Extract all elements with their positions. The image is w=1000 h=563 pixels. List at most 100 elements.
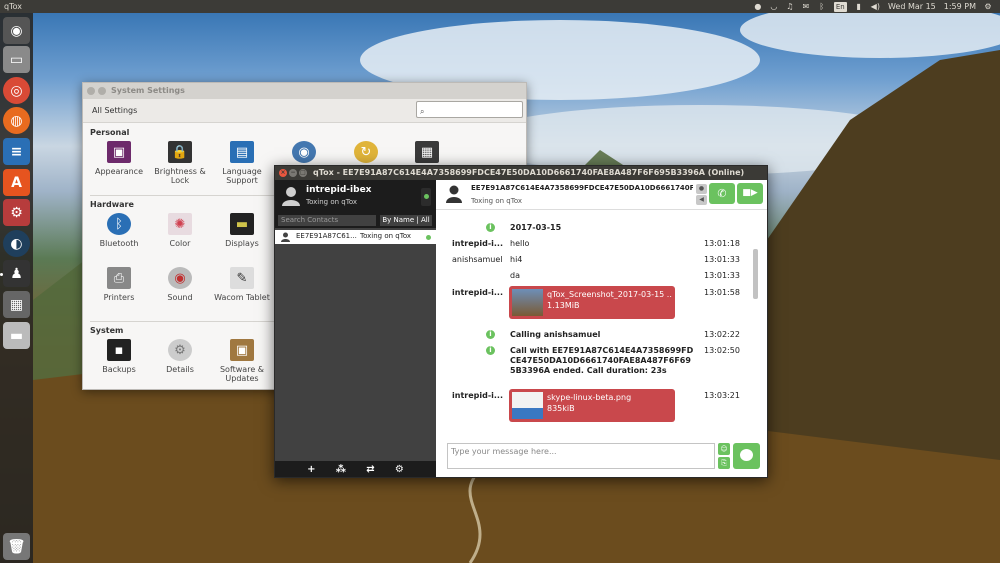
message-list[interactable]: i 2017-03-15 intrepid-i... hello 13:01:1…: [436, 211, 767, 439]
language-support-tile[interactable]: ▤ Language Support: [211, 141, 273, 185]
steam-icon[interactable]: ◐: [3, 230, 30, 257]
close-icon[interactable]: [87, 87, 95, 95]
tox-tray-icon[interactable]: ●: [754, 2, 762, 12]
color-tile[interactable]: ✺ Color: [149, 213, 211, 248]
section-system: System: [90, 326, 124, 335]
sound-tile[interactable]: ◉ Sound: [149, 267, 211, 302]
writer-icon[interactable]: ≡: [3, 138, 30, 165]
privacy-icon: ◉: [292, 141, 316, 163]
contact-list-item[interactable]: EE7E91A87C61... Toxing on qTox: [275, 230, 436, 244]
settings-search-input[interactable]: ⌕: [416, 101, 523, 118]
drive-icon[interactable]: ▬: [3, 322, 30, 349]
workspace-grid-icon: ▦: [415, 141, 439, 163]
emoji-button[interactable]: ☺: [718, 443, 730, 455]
displays-tile[interactable]: ▬ Displays: [211, 213, 273, 248]
gear-icon: ⚙: [168, 339, 192, 361]
profile-name[interactable]: intrepid-ibex: [306, 185, 371, 195]
transfer-icon[interactable]: ⇄: [366, 464, 374, 475]
settings-toolbar: All Settings ⌕: [83, 99, 526, 123]
contact-sort-dropdown[interactable]: By Name | All: [380, 215, 432, 226]
privacy-tile[interactable]: ◉: [273, 141, 335, 167]
contact-search-input[interactable]: Search Contacts: [278, 215, 376, 226]
appearance-tile[interactable]: ▣ Appearance: [88, 141, 150, 176]
attach-file-button[interactable]: ⎘: [718, 457, 730, 469]
keyboard-language-indicator[interactable]: En: [833, 1, 847, 12]
system-message-text: Calling anishsamuel: [510, 330, 601, 339]
gear-icon[interactable]: ⚙: [395, 464, 404, 475]
status-selector-button[interactable]: [421, 188, 431, 206]
wacom-tablet-tile[interactable]: ✎ Wacom Tablet: [211, 267, 273, 302]
backup-sync-tile[interactable]: ↻: [335, 141, 397, 167]
details-tile[interactable]: ⚙ Details: [149, 339, 211, 374]
gear-icon[interactable]: ⚙: [984, 2, 992, 12]
settings-icon[interactable]: ⚙: [3, 199, 30, 226]
bluetooth-icon[interactable]: ᛒ: [818, 2, 826, 12]
group-icon[interactable]: ⁂: [336, 464, 346, 475]
color-wheel-icon: ✺: [168, 213, 192, 235]
software-center-icon[interactable]: A: [3, 169, 30, 196]
chrome-icon[interactable]: ◎: [3, 77, 30, 104]
chat-header: EE7E91A87C614E4A7358699FDCE47E50DA10D666…: [436, 180, 767, 210]
system-message-text: Call with EE7E91A87C614E4A7358699FDCE47E…: [510, 346, 694, 375]
message-time: 13:01:33: [704, 255, 740, 264]
message-author: anishsamuel: [452, 255, 503, 264]
software-updates-tile[interactable]: ▣ Software & Updates: [211, 339, 273, 383]
battery-icon[interactable]: ▮: [855, 2, 863, 12]
mail-icon[interactable]: ✉: [802, 2, 810, 12]
wifi-icon[interactable]: ◡: [770, 2, 778, 12]
qtox-title: qTox - EE7E91A87C614E4A7358699FDCE47E50D…: [313, 168, 745, 177]
info-icon: i: [486, 330, 495, 339]
bluetooth-tile[interactable]: ᛒ Bluetooth: [88, 213, 150, 248]
launcher: ◉ ▭ ◎ ◍ ≡ A ⚙ ◐ ♟ ▦ ▬ 🗑: [0, 13, 33, 563]
contact-status: Toxing on qTox: [360, 232, 412, 240]
firefox-icon[interactable]: ◍: [3, 107, 30, 134]
brightness-lock-tile[interactable]: 🔒 Brightness & Lock: [149, 141, 211, 185]
send-button[interactable]: [733, 443, 760, 469]
speaker-icon[interactable]: ◀: [696, 195, 707, 205]
avatar[interactable]: [282, 186, 300, 206]
minimize-icon[interactable]: [98, 87, 106, 95]
qtox-titlebar[interactable]: × − □ qTox - EE7E91A87C614E4A7358699FDCE…: [275, 166, 767, 180]
appearance-icon: ▣: [107, 141, 131, 163]
ubuntu-dash-icon[interactable]: ◉: [3, 17, 30, 44]
online-status-icon: [424, 194, 429, 199]
chat-scrollbar[interactable]: [753, 249, 758, 299]
sound-icon: ◉: [168, 267, 192, 289]
profile-header: intrepid-ibex Toxing on qTox: [275, 180, 436, 214]
language-icon: ▤: [230, 141, 254, 163]
message-input[interactable]: Type your message here...: [447, 443, 715, 469]
top-panel: qTox ● ◡ ♫ ✉ ᛒ En ▮ ◀) Wed Mar 15 1:59 P…: [0, 0, 1000, 13]
all-settings-button[interactable]: All Settings: [92, 106, 137, 115]
tablet-pen-icon: ✎: [230, 267, 254, 289]
add-icon[interactable]: +: [307, 464, 315, 475]
active-app-name: qTox: [4, 2, 22, 11]
backups-tile[interactable]: ▪ Backups: [88, 339, 150, 374]
profile-status[interactable]: Toxing on qTox: [306, 198, 357, 206]
section-hardware: Hardware: [90, 200, 134, 209]
printer-icon: ⎙: [107, 267, 131, 289]
message-text: da: [510, 271, 520, 280]
file-transfer-card[interactable]: skype-linux-beta.png 835kiB: [509, 389, 675, 422]
workspaces-tile[interactable]: ▦: [396, 141, 458, 167]
clock-time[interactable]: 1:59 PM: [944, 2, 976, 12]
volume-icon[interactable]: ◀): [871, 2, 880, 12]
search-icon: ⌕: [420, 107, 425, 116]
video-call-button[interactable]: ■▶: [737, 183, 763, 204]
workspaces-icon[interactable]: ▦: [3, 291, 30, 318]
close-icon[interactable]: ×: [279, 169, 287, 177]
qtox-icon[interactable]: ♟: [3, 260, 30, 287]
maximize-icon[interactable]: □: [299, 169, 307, 177]
clock-date[interactable]: Wed Mar 15: [888, 2, 936, 12]
sound-icon[interactable]: ♫: [786, 2, 794, 12]
trash-icon[interactable]: 🗑: [3, 533, 30, 560]
speech-bubble-icon: [740, 449, 753, 461]
printers-tile[interactable]: ⎙ Printers: [88, 267, 150, 302]
minimize-icon[interactable]: −: [289, 169, 297, 177]
settings-title: System Settings: [111, 86, 185, 95]
call-button[interactable]: ✆: [709, 183, 735, 204]
files-icon[interactable]: ▭: [3, 46, 30, 73]
settings-titlebar[interactable]: System Settings: [83, 83, 526, 99]
microphone-icon[interactable]: ●: [696, 184, 707, 194]
file-transfer-card[interactable]: qTox_Screenshot_2017-03-15 ... 1.13MiB: [509, 286, 675, 319]
message-time: 13:02:22: [704, 330, 740, 339]
